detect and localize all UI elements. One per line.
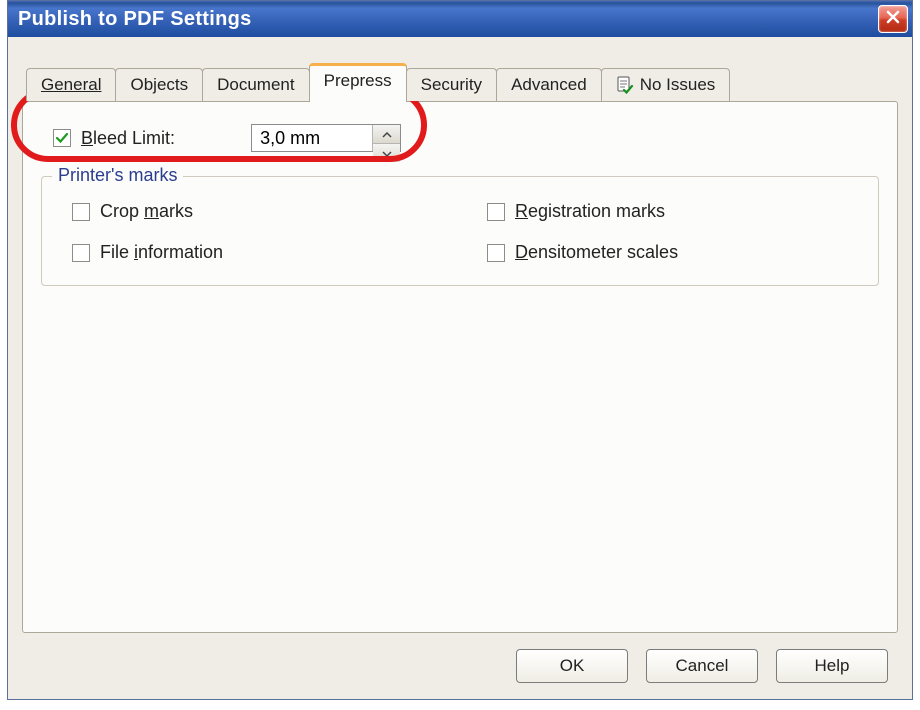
tab-label: Prepress (324, 71, 392, 91)
file-information-item: File information (72, 242, 447, 263)
spinner-down-button[interactable] (373, 144, 400, 162)
tabstrip: General Objects Document Prepress Securi… (26, 63, 898, 101)
crop-marks-label[interactable]: Crop marks (100, 201, 193, 222)
tab-label: No Issues (640, 75, 716, 95)
checkbox-grid: Crop marks Registration marks File infor… (58, 195, 862, 263)
titlebar[interactable]: Publish to PDF Settings (8, 1, 912, 37)
group-title: Printer's marks (52, 165, 183, 186)
tab-no-issues[interactable]: No Issues (601, 68, 731, 101)
tab-label: Objects (130, 75, 188, 95)
tab-general[interactable]: General (26, 68, 116, 101)
registration-marks-checkbox[interactable] (487, 203, 505, 221)
bleed-limit-spinner (251, 124, 401, 152)
densitometer-scales-item: Densitometer scales (487, 242, 862, 263)
ok-button[interactable]: OK (516, 649, 628, 683)
tab-advanced[interactable]: Advanced (496, 68, 602, 101)
registration-marks-label[interactable]: Registration marks (515, 201, 665, 222)
tab-prepress[interactable]: Prepress (309, 63, 407, 102)
crop-marks-checkbox[interactable] (72, 203, 90, 221)
tab-security[interactable]: Security (406, 68, 497, 101)
bleed-limit-checkbox[interactable] (53, 129, 71, 147)
tab-document[interactable]: Document (202, 68, 309, 101)
window-title: Publish to PDF Settings (18, 8, 252, 31)
crop-marks-item: Crop marks (72, 201, 447, 222)
file-information-checkbox[interactable] (72, 244, 90, 262)
spinner-up-button[interactable] (373, 125, 400, 144)
bleed-limit-label[interactable]: Bleed Limit: (81, 128, 175, 149)
document-check-icon (616, 76, 634, 94)
chevron-down-icon (382, 144, 392, 162)
file-information-label[interactable]: File information (100, 242, 223, 263)
registration-marks-item: Registration marks (487, 201, 862, 222)
spinner-buttons (372, 125, 400, 151)
dialog-button-row: OK Cancel Help (22, 633, 898, 685)
tab-objects[interactable]: Objects (115, 68, 203, 101)
help-button[interactable]: Help (776, 649, 888, 683)
dialog-window: Publish to PDF Settings General Objects … (7, 0, 913, 700)
tab-label: General (41, 75, 101, 95)
tab-label: Advanced (511, 75, 587, 95)
cancel-button[interactable]: Cancel (646, 649, 758, 683)
densitometer-scales-label[interactable]: Densitometer scales (515, 242, 678, 263)
bleed-limit-input[interactable] (252, 125, 372, 151)
close-button[interactable] (878, 5, 908, 33)
densitometer-scales-checkbox[interactable] (487, 244, 505, 262)
tab-label: Document (217, 75, 294, 95)
close-icon (885, 9, 901, 30)
chevron-up-icon (382, 125, 392, 143)
tab-label: Security (421, 75, 482, 95)
bleed-limit-row: Bleed Limit: (41, 124, 879, 152)
tab-panel-prepress: Bleed Limit: Printer's marks (22, 101, 898, 633)
printers-marks-group: Printer's marks Crop marks Registration … (41, 176, 879, 286)
dialog-content: General Objects Document Prepress Securi… (8, 37, 912, 699)
